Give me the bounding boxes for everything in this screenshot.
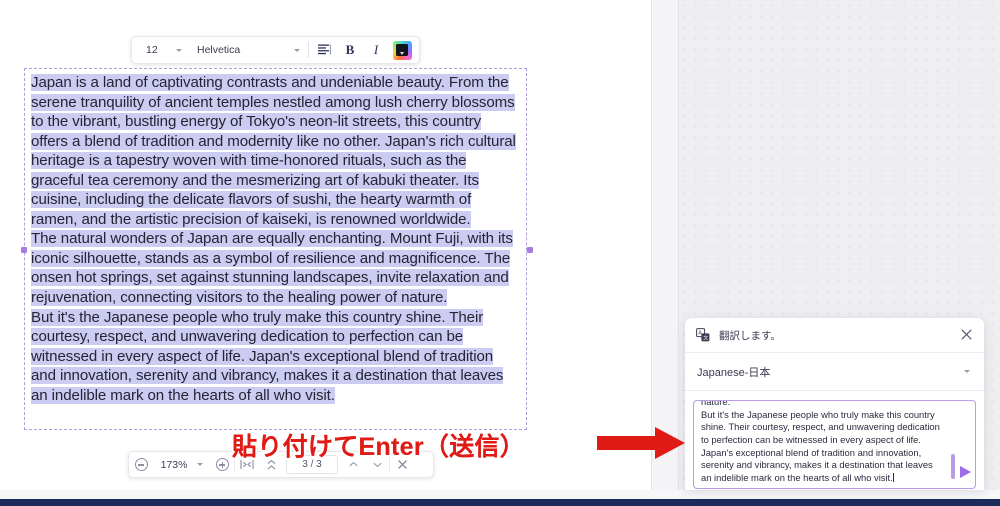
close-icon[interactable]: [960, 328, 973, 343]
chevron-down-icon: [294, 48, 300, 52]
document-text-body[interactable]: Japan is a land of captivating contrasts…: [31, 73, 521, 405]
italic-label: I: [373, 42, 379, 57]
input-line: Japan's exceptional blend of tradition a…: [701, 446, 922, 458]
app-root: 12 Helvetica B I Japan is a land of capt…: [0, 0, 1000, 506]
chevron-down-icon[interactable]: [197, 463, 203, 466]
paragraph-text: Japan is a land of captivating contrasts…: [31, 74, 516, 228]
annotation-text: 貼り付けてEnter（送信）: [232, 433, 526, 461]
text-color-picker-icon[interactable]: [389, 37, 415, 63]
input-line: shine. Their courtesy, respect, and unwa…: [701, 421, 940, 433]
send-arrow-icon[interactable]: [960, 466, 971, 478]
font-size-select[interactable]: 12: [136, 37, 188, 63]
svg-text:文: 文: [703, 334, 708, 341]
paragraph: Japan is a land of captivating contrasts…: [31, 73, 521, 229]
chevron-down-icon: [400, 52, 404, 55]
chevron-down-icon: [964, 370, 970, 373]
language-select[interactable]: Japanese-日本: [685, 353, 984, 391]
resize-handle-left[interactable]: [21, 247, 27, 253]
align-left-icon[interactable]: [311, 37, 337, 63]
translate-input-wrap: nature. But it's the Japanese people who…: [685, 391, 984, 489]
input-line: But it's the Japanese people who truly m…: [701, 408, 935, 420]
bold-label: B: [345, 42, 355, 57]
language-value: Japanese-日本: [697, 366, 771, 379]
bold-button[interactable]: B: [337, 37, 363, 63]
color-swatch-inner: [396, 44, 408, 56]
input-line-last: an indelible mark on the hearts of all w…: [701, 472, 953, 485]
vertical-scrollbar-thumb[interactable]: [950, 454, 955, 479]
zoom-out-icon[interactable]: [129, 452, 153, 477]
resize-handle-right[interactable]: [527, 247, 533, 253]
right-arrow-icon: [597, 427, 685, 459]
input-line: an indelible mark on the hearts of all w…: [701, 471, 893, 483]
paragraph: But it's the Japanese people who truly m…: [31, 308, 521, 406]
chevron-down-icon: [176, 48, 182, 52]
translate-panel-header: A 文 翻訳します。: [685, 318, 984, 353]
font-family-select[interactable]: Helvetica: [188, 37, 306, 63]
translate-panel-title: 翻訳します。: [719, 329, 781, 342]
bottom-strip: [0, 490, 1000, 499]
paragraph: The natural wonders of Japan are equally…: [31, 229, 521, 307]
color-swatch: [392, 40, 412, 60]
font-family-value: Helvetica: [197, 44, 241, 56]
paragraph-text: The natural wonders of Japan are equally…: [31, 230, 513, 307]
text-cursor: [892, 472, 894, 482]
translate-icon: A 文: [696, 328, 710, 342]
input-line: serenity and vibrancy, makes it a destin…: [701, 459, 933, 471]
format-toolbar: 12 Helvetica B I: [131, 36, 420, 64]
zoom-level-value[interactable]: 173%: [153, 459, 195, 471]
input-line: to perfection can be witnessed in every …: [701, 433, 921, 445]
input-line: nature.: [701, 400, 731, 407]
toolbar-divider: [308, 42, 309, 58]
translate-input-textarea[interactable]: nature. But it's the Japanese people who…: [693, 400, 976, 489]
zoom-in-icon[interactable]: [210, 452, 234, 477]
italic-button[interactable]: I: [363, 37, 389, 63]
translate-input-text: nature. But it's the Japanese people who…: [701, 400, 953, 485]
page-gutter: [651, 0, 679, 490]
paragraph-text: But it's the Japanese people who truly m…: [31, 308, 504, 404]
bottom-navy-bar: [0, 499, 1000, 506]
translate-panel: A 文 翻訳します。 Japanese-日本 nature. But it's …: [685, 318, 984, 490]
font-size-value: 12: [146, 44, 158, 56]
